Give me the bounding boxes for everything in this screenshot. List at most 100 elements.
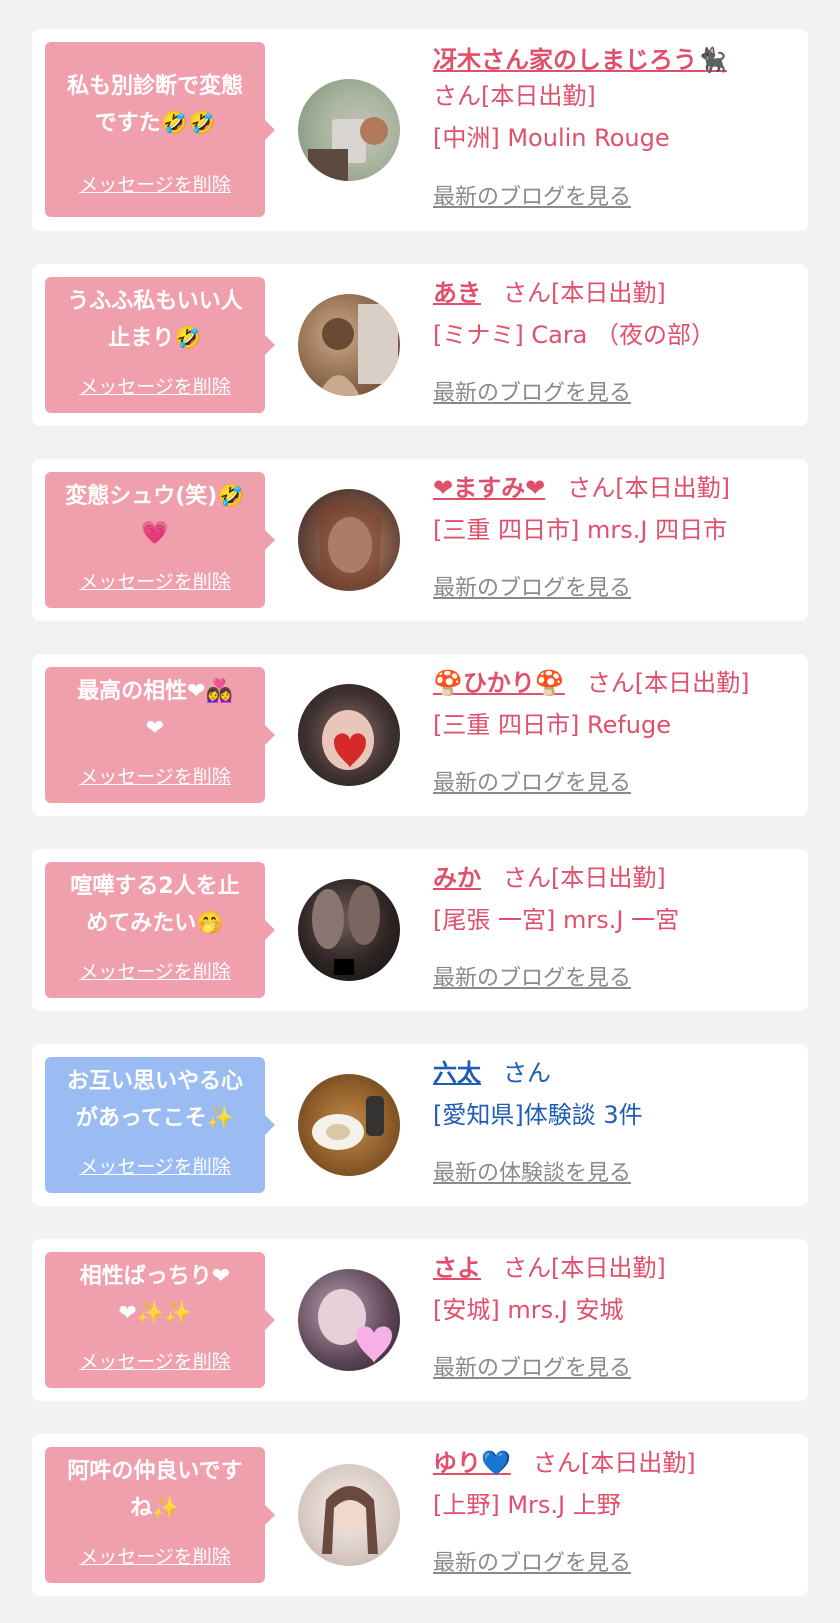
message-text: 阿吽の仲良いです ね✨ [53, 1453, 257, 1527]
shop-label: [三重 四日市] mrs.J 四日市 [433, 516, 728, 544]
message-bubble: 変態シュウ(笑)🤣 💗 メッセージを削除 [45, 472, 275, 608]
latest-link[interactable]: 最新のブログを見る [433, 179, 631, 211]
avatar-photo [322, 710, 374, 770]
latest-link[interactable]: 最新のブログを見る [433, 765, 631, 797]
message-bubble: 阿吽の仲良いです ね✨ メッセージを削除 [45, 1447, 275, 1583]
name-line: さよ さん[本日出勤] [433, 1250, 794, 1286]
profile-name-link[interactable]: 🍄ひかり🍄 [433, 669, 565, 697]
message-text: 相性ばっちり❤ ❤✨✨ [53, 1258, 257, 1332]
avatar[interactable] [298, 294, 400, 396]
profile-info: さよ さん[本日出勤] [安城] mrs.J 安城 最新のブログを見る [433, 1250, 794, 1381]
profile-name-link[interactable]: 冴木さん家のしまじろう🐈‍⬛ [433, 46, 727, 74]
message-text: 私も別診断で変態 ですた🤣🤣 [53, 68, 257, 142]
shop-label: [愛知県]体験談 3件 [433, 1101, 643, 1129]
avatar[interactable] [298, 879, 400, 981]
message-bubble: 喧嘩する2人を止 めてみたい🤭 メッセージを削除 [45, 862, 275, 998]
name-line: あき さん[本日出勤] [433, 275, 794, 311]
latest-link[interactable]: 最新の体験談を見る [433, 1155, 631, 1187]
message-line: 相性ばっちり❤ [79, 1264, 231, 1289]
avatar-photo [318, 304, 398, 396]
avatar[interactable] [298, 489, 400, 591]
shop-label: [三重 四日市] Refuge [433, 711, 672, 739]
delete-message-link[interactable]: メッセージを削除 [45, 1347, 265, 1374]
profile-name-link[interactable]: あき [433, 279, 481, 307]
avatar-photo [318, 501, 382, 589]
delete-message-link[interactable]: メッセージを削除 [45, 372, 265, 399]
profile-name-link[interactable]: ゆり💙 [433, 1449, 511, 1477]
avatar-photo [318, 1289, 392, 1363]
delete-message-link[interactable]: メッセージを削除 [45, 1542, 265, 1569]
profile-info: ゆり💙 さん[本日出勤] [上野] Mrs.J 上野 最新のブログを見る [433, 1445, 794, 1576]
message-line: 止まり🤣 [108, 326, 202, 351]
avatar[interactable] [298, 1269, 400, 1371]
message-line: お互い思いやる心 [66, 1069, 243, 1094]
delete-message-link[interactable]: メッセージを削除 [45, 1152, 265, 1179]
message-line: うふふ私もいい人 [67, 289, 243, 314]
message-line: ね✨ [130, 1496, 180, 1521]
message-line: 💗 [141, 521, 169, 546]
delete-message-link[interactable]: メッセージを削除 [45, 957, 265, 984]
latest-link[interactable]: 最新のブログを見る [433, 570, 631, 602]
message-card: うふふ私もいい人 止まり🤣 メッセージを削除 あき さん[本日出勤] [ミナミ] … [32, 264, 808, 426]
profile-name-link[interactable]: みか [433, 864, 481, 892]
latest-link[interactable]: 最新のブログを見る [433, 1545, 631, 1577]
message-line: 阿吽の仲良いです [67, 1459, 243, 1484]
profile-info: ❤ますみ❤ さん[本日出勤] [三重 四日市] mrs.J 四日市 最新のブログを… [433, 470, 794, 601]
avatar-photo [322, 1484, 378, 1554]
message-card: 喧嘩する2人を止 めてみたい🤭 メッセージを削除 みか さん[本日出勤] [尾張 … [32, 849, 808, 1011]
message-text: うふふ私もいい人 止まり🤣 [53, 283, 257, 357]
profile-info: みか さん[本日出勤] [尾張 一宮] mrs.J 一宮 最新のブログを見る [433, 860, 794, 991]
avatar[interactable] [298, 684, 400, 786]
message-bubble: うふふ私もいい人 止まり🤣 メッセージを削除 [45, 277, 275, 413]
profile-name-link[interactable]: ❤ますみ❤ [433, 474, 545, 502]
message-bubble: お互い思いやる心 があってこそ✨ メッセージを削除 [45, 1057, 275, 1193]
profile-info: 六太 さん [愛知県]体験談 3件 最新の体験談を見る [433, 1055, 794, 1186]
delete-message-link[interactable]: メッセージを削除 [45, 170, 265, 197]
message-line: ですた🤣🤣 [94, 111, 216, 136]
avatar[interactable] [298, 79, 400, 181]
name-suffix: さん[本日出勤] [503, 1254, 666, 1282]
delete-message-link[interactable]: メッセージを削除 [45, 762, 265, 789]
latest-link[interactable]: 最新のブログを見る [433, 1350, 631, 1382]
message-bubble: 相性ばっちり❤ ❤✨✨ メッセージを削除 [45, 1252, 275, 1388]
message-text: お互い思いやる心 があってこそ✨ [53, 1063, 257, 1137]
message-card: 阿吽の仲良いです ね✨ メッセージを削除 ゆり💙 さん[本日出勤] [上野] Mr… [32, 1434, 808, 1596]
name-suffix: さん [503, 1059, 551, 1087]
message-bubble: 私も別診断で変態 ですた🤣🤣 メッセージを削除 [45, 42, 275, 217]
message-bubble: 最高の相性❤👩‍❤️‍👩 ❤ メッセージを削除 [45, 667, 275, 803]
name-suffix: さん[本日出勤] [433, 82, 596, 110]
avatar[interactable] [298, 1464, 400, 1566]
latest-link[interactable]: 最新のブログを見る [433, 960, 631, 992]
message-card: 私も別診断で変態 ですた🤣🤣 メッセージを削除 冴木さん家のしまじろう🐈‍⬛ さ… [32, 29, 808, 231]
delete-message-link[interactable]: メッセージを削除 [45, 567, 265, 594]
name-suffix: さん[本日出勤] [586, 669, 750, 697]
message-card: 変態シュウ(笑)🤣 💗 メッセージを削除 ❤ますみ❤ さん[本日出勤] [三重 四… [32, 459, 808, 621]
message-line: 最高の相性❤👩‍❤️‍👩 [77, 679, 233, 704]
message-card: 最高の相性❤👩‍❤️‍👩 ❤ メッセージを削除 🍄ひかり🍄 さん[本日出勤] [三… [32, 654, 808, 816]
message-line: 変態シュウ(笑)🤣 [65, 484, 245, 509]
latest-link[interactable]: 最新のブログを見る [433, 375, 631, 407]
avatar-photo [312, 1096, 384, 1150]
message-line: 私も別診断で変態 [66, 74, 243, 99]
message-card: 相性ばっちり❤ ❤✨✨ メッセージを削除 さよ さん[本日出勤] [安城] mrs… [32, 1239, 808, 1401]
shop-label: [上野] Mrs.J 上野 [433, 1491, 621, 1519]
name-line: 🍄ひかり🍄 さん[本日出勤] [433, 665, 794, 701]
avatar-photo [312, 885, 380, 975]
avatar[interactable] [298, 1074, 400, 1176]
message-line: 喧嘩する2人を止 [70, 874, 240, 899]
profile-info: あき さん[本日出勤] [ミナミ] Cara （夜の部） 最新のブログを見る [433, 275, 794, 406]
message-line: ❤ [145, 716, 165, 741]
name-line: 六太 さん [433, 1055, 794, 1091]
message-line: ❤✨✨ [118, 1301, 192, 1326]
profile-name-link[interactable]: さよ [433, 1254, 481, 1282]
message-text: 変態シュウ(笑)🤣 💗 [53, 478, 257, 552]
shop-label: [尾張 一宮] mrs.J 一宮 [433, 906, 680, 934]
message-line: めてみたい🤭 [86, 911, 224, 936]
message-line: があってこそ✨ [75, 1106, 235, 1131]
profile-name-link[interactable]: 六太 [433, 1059, 481, 1087]
name-line: ❤ますみ❤ さん[本日出勤] [433, 470, 794, 506]
name-suffix: さん[本日出勤] [503, 864, 666, 892]
message-list: 私も別診断で変態 ですた🤣🤣 メッセージを削除 冴木さん家のしまじろう🐈‍⬛ さ… [0, 0, 840, 1623]
profile-info: 🍄ひかり🍄 さん[本日出勤] [三重 四日市] Refuge 最新のブログを見る [433, 665, 794, 796]
name-suffix: さん[本日出勤] [503, 279, 666, 307]
